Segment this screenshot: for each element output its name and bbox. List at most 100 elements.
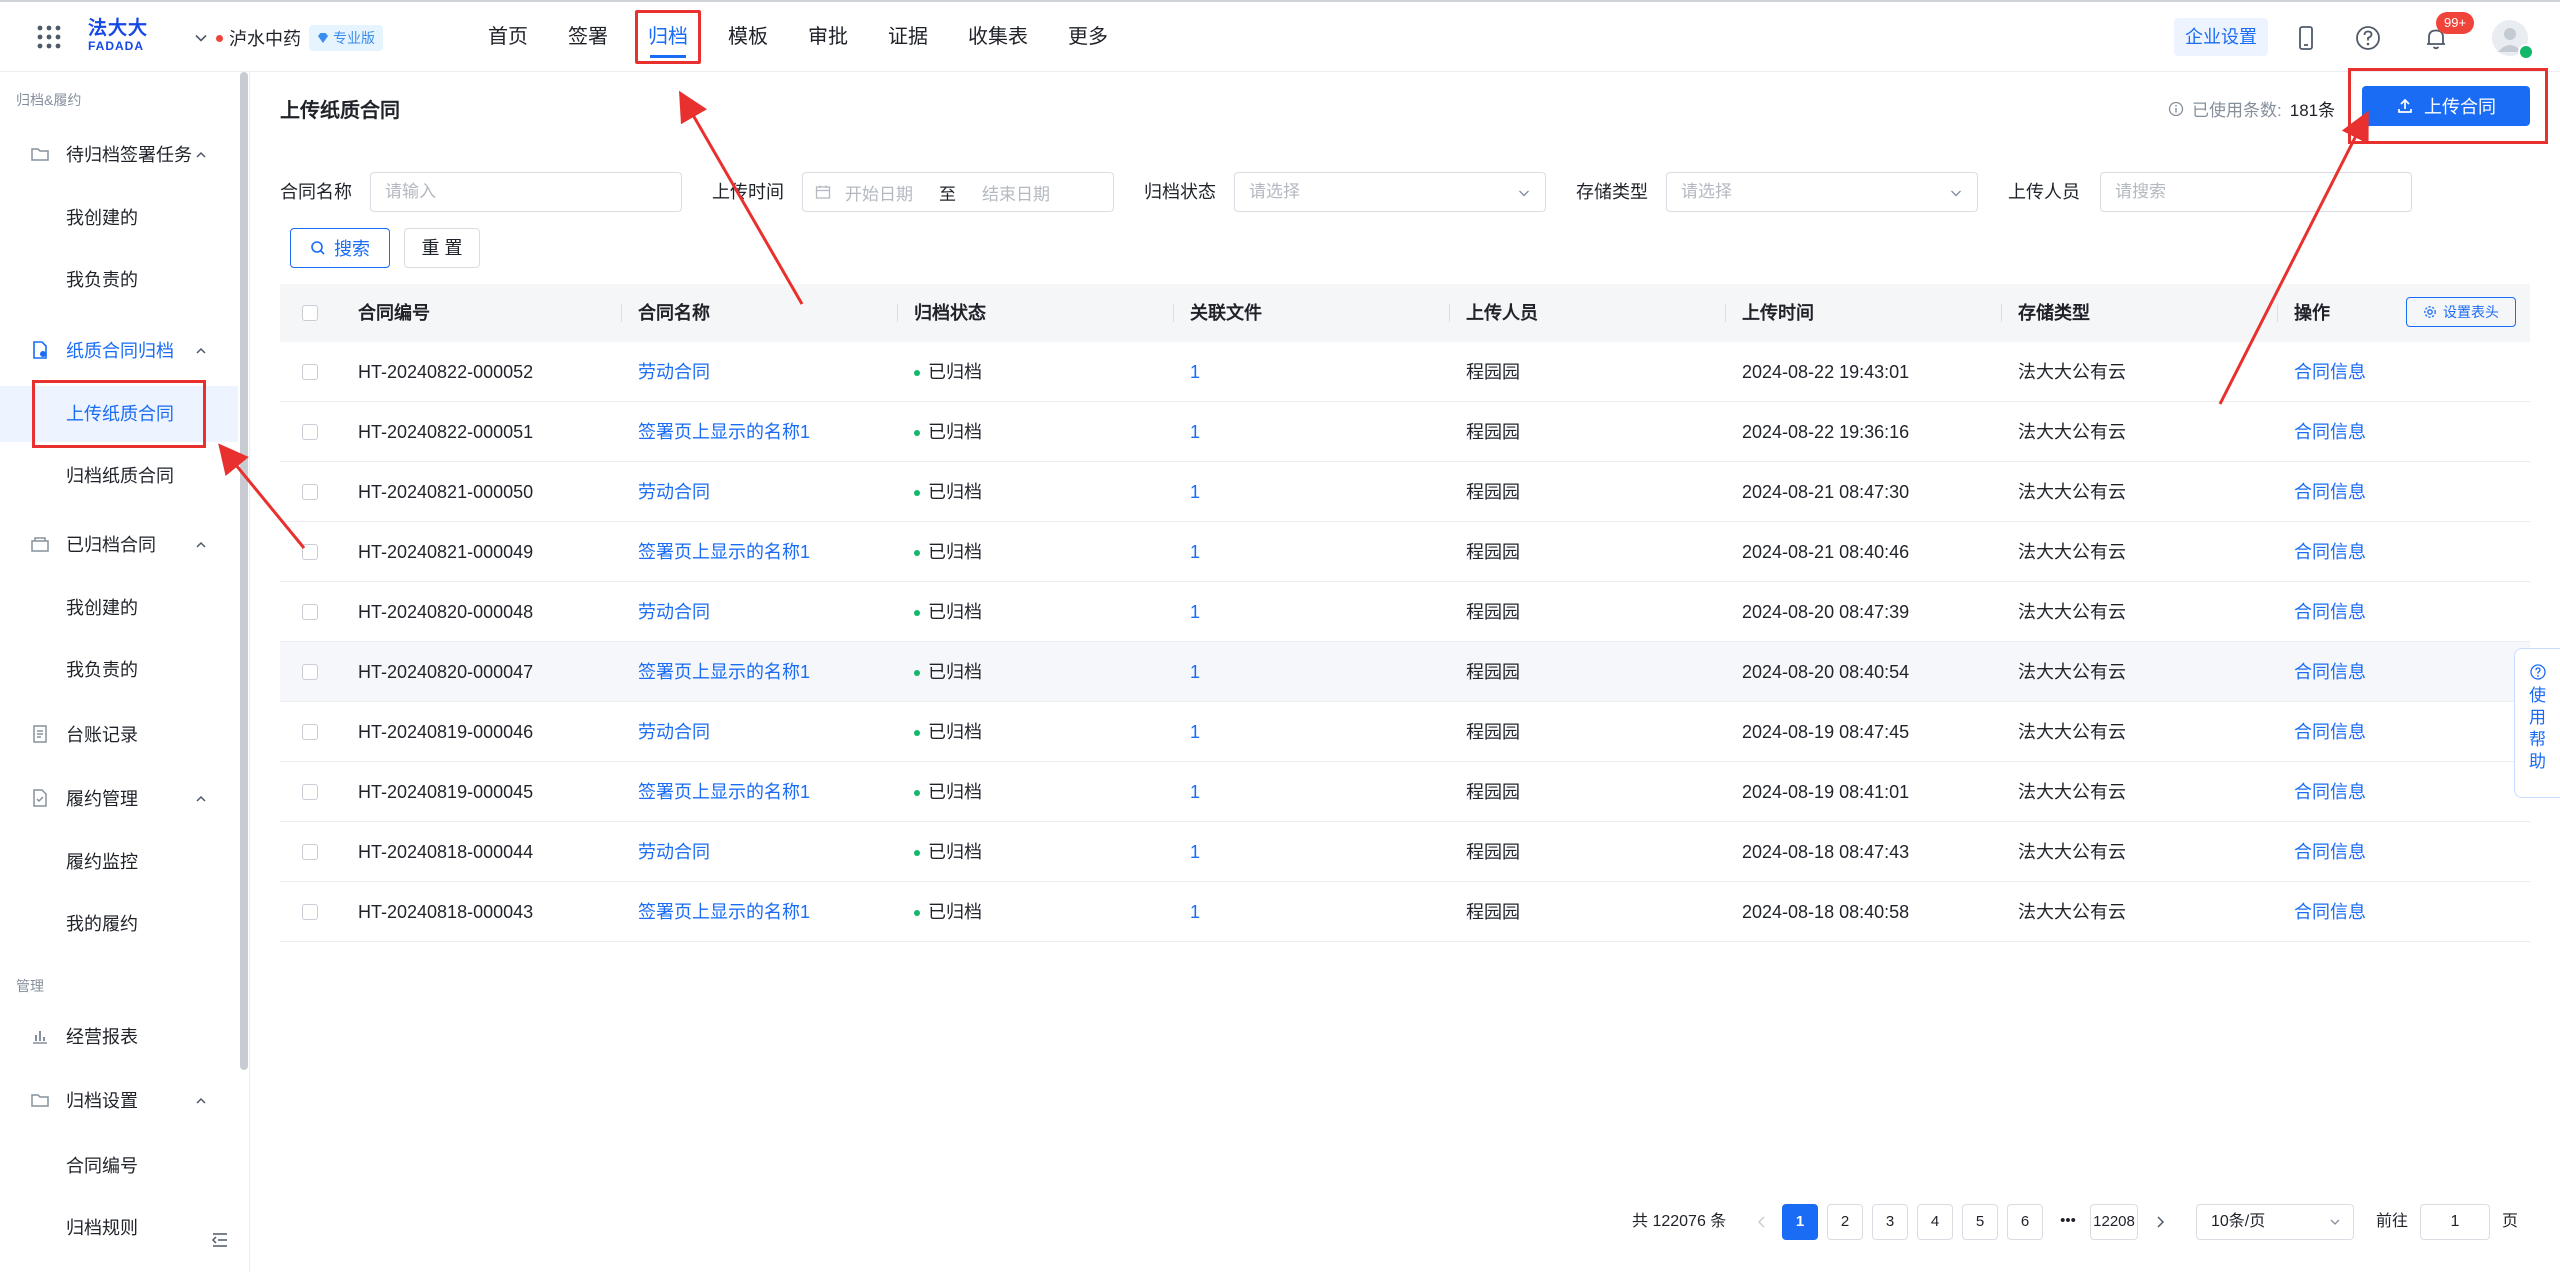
uploader-search-input[interactable]: 请搜索 <box>2100 172 2412 212</box>
nav-evidence[interactable]: 证据 <box>868 2 948 72</box>
column-header-name[interactable]: 合同名称 <box>638 284 710 342</box>
column-header-id[interactable]: 合同编号 <box>358 284 430 342</box>
contract-info-link[interactable]: 合同信息 <box>2294 822 2366 882</box>
cell-contract-name[interactable]: 劳动合同 <box>638 702 710 762</box>
set-table-header-button[interactable]: 设置表头 <box>2406 297 2516 327</box>
nav-home[interactable]: 首页 <box>468 2 548 72</box>
row-checkbox[interactable] <box>302 904 318 920</box>
enterprise-settings-button[interactable]: 企业设置 <box>2174 18 2268 56</box>
nav-approval[interactable]: 审批 <box>788 2 868 72</box>
cell-contract-name[interactable]: 劳动合同 <box>638 342 710 402</box>
contract-info-link[interactable]: 合同信息 <box>2294 522 2366 582</box>
nav-sign[interactable]: 签署 <box>548 2 628 72</box>
sidebar-item-ledger[interactable]: 台账记录 <box>0 706 238 762</box>
sidebar-item-archive-settings[interactable]: 归档设置 <box>0 1072 238 1128</box>
sidebar-item-report[interactable]: 经营报表 <box>0 1008 238 1064</box>
row-checkbox[interactable] <box>302 604 318 620</box>
cell-related-files[interactable]: 1 <box>1190 882 1200 942</box>
page-button[interactable]: 1 <box>1782 1204 1818 1240</box>
row-checkbox[interactable] <box>302 484 318 500</box>
sidebar-item-pending-responsible[interactable]: 我负责的 <box>0 252 238 308</box>
cell-contract-name[interactable]: 签署页上显示的名称1 <box>638 882 810 942</box>
column-header-status[interactable]: 归档状态 <box>914 284 986 342</box>
contract-info-link[interactable]: 合同信息 <box>2294 702 2366 762</box>
sidebar-item-performance[interactable]: 履约管理 <box>0 770 238 826</box>
sidebar-item-perf-monitor[interactable]: 履约监控 <box>0 834 238 890</box>
next-page-button[interactable] <box>2142 1204 2178 1240</box>
search-button[interactable]: 搜索 <box>290 228 390 268</box>
page-last[interactable]: 12208 <box>2090 1204 2138 1240</box>
cell-related-files[interactable]: 1 <box>1190 462 1200 522</box>
row-checkbox[interactable] <box>302 364 318 380</box>
row-checkbox[interactable] <box>302 424 318 440</box>
mobile-icon[interactable] <box>2290 22 2322 54</box>
sidebar-item-archived-created[interactable]: 我创建的 <box>0 580 238 636</box>
row-checkbox[interactable] <box>302 844 318 860</box>
cell-contract-name[interactable]: 签署页上显示的名称1 <box>638 642 810 702</box>
cell-contract-name[interactable]: 劳动合同 <box>638 822 710 882</box>
cell-related-files[interactable]: 1 <box>1190 822 1200 882</box>
select-all-checkbox[interactable] <box>302 305 318 321</box>
usage-help-button[interactable]: 使 用 帮 助 <box>2514 648 2560 798</box>
nav-archive[interactable]: 归档 <box>628 2 708 72</box>
apps-grid-icon[interactable] <box>36 24 62 50</box>
row-checkbox[interactable] <box>302 544 318 560</box>
upload-date-range[interactable]: 开始日期 至 结束日期 <box>802 172 1114 212</box>
page-size-select[interactable]: 10条/页 <box>2196 1204 2354 1240</box>
goto-page-input[interactable]: 1 <box>2420 1204 2490 1240</box>
org-switcher[interactable]: 泸水中药 专业版 <box>194 24 383 52</box>
contract-info-link[interactable]: 合同信息 <box>2294 342 2366 402</box>
sidebar-item-archive-rules[interactable]: 归档规则 <box>0 1200 238 1256</box>
row-checkbox[interactable] <box>302 724 318 740</box>
contract-info-link[interactable]: 合同信息 <box>2294 762 2366 822</box>
end-date-placeholder[interactable]: 结束日期 <box>982 180 1050 205</box>
sidebar-item-paper-archive[interactable]: 纸质合同归档 <box>0 322 238 378</box>
cell-related-files[interactable]: 1 <box>1190 642 1200 702</box>
cell-contract-name[interactable]: 签署页上显示的名称1 <box>638 762 810 822</box>
sidebar-item-pending-archive[interactable]: 待归档签署任务 <box>0 126 238 182</box>
contract-info-link[interactable]: 合同信息 <box>2294 642 2366 702</box>
storage-type-select[interactable]: 请选择 <box>1666 172 1978 212</box>
sidebar-scrollbar[interactable] <box>240 72 248 1070</box>
help-circle-icon[interactable] <box>2352 22 2384 54</box>
contract-info-link[interactable]: 合同信息 <box>2294 582 2366 642</box>
cell-contract-name[interactable]: 劳动合同 <box>638 462 710 522</box>
cell-related-files[interactable]: 1 <box>1190 582 1200 642</box>
row-checkbox[interactable] <box>302 664 318 680</box>
nav-collection-form[interactable]: 收集表 <box>948 2 1048 72</box>
nav-more[interactable]: 更多 <box>1048 2 1128 72</box>
collapse-sidebar-icon[interactable] <box>210 1230 230 1250</box>
user-avatar[interactable] <box>2490 18 2534 60</box>
contract-info-link[interactable]: 合同信息 <box>2294 882 2366 942</box>
nav-template[interactable]: 模板 <box>708 2 788 72</box>
column-header-files[interactable]: 关联文件 <box>1190 284 1262 342</box>
page-ellipsis[interactable]: ••• <box>2050 1204 2086 1240</box>
sidebar-item-archive-paper[interactable]: 归档纸质合同 <box>0 448 238 504</box>
fadada-logo[interactable]: 法大大 FADADA <box>88 18 152 56</box>
cell-contract-name[interactable]: 签署页上显示的名称1 <box>638 522 810 582</box>
cell-contract-name[interactable]: 签署页上显示的名称1 <box>638 402 810 462</box>
column-header-time[interactable]: 上传时间 <box>1742 284 1814 342</box>
sidebar-item-my-perf[interactable]: 我的履约 <box>0 896 238 952</box>
page-button[interactable]: 3 <box>1872 1204 1908 1240</box>
cell-related-files[interactable]: 1 <box>1190 522 1200 582</box>
prev-page-button[interactable] <box>1744 1204 1780 1240</box>
start-date-placeholder[interactable]: 开始日期 <box>845 180 913 205</box>
page-button[interactable]: 5 <box>1962 1204 1998 1240</box>
sidebar-item-upload-paper[interactable]: 上传纸质合同 <box>0 380 238 448</box>
page-button[interactable]: 2 <box>1827 1204 1863 1240</box>
cell-contract-name[interactable]: 劳动合同 <box>638 582 710 642</box>
column-header-uploader[interactable]: 上传人员 <box>1466 284 1538 342</box>
column-header-storage[interactable]: 存储类型 <box>2018 284 2090 342</box>
contract-info-link[interactable]: 合同信息 <box>2294 402 2366 462</box>
sidebar-item-archived[interactable]: 已归档合同 <box>0 516 238 572</box>
cell-related-files[interactable]: 1 <box>1190 402 1200 462</box>
sidebar-item-contract-no[interactable]: 合同编号 <box>0 1138 238 1194</box>
cell-related-files[interactable]: 1 <box>1190 702 1200 762</box>
sidebar-item-pending-created[interactable]: 我创建的 <box>0 190 238 246</box>
page-button[interactable]: 4 <box>1917 1204 1953 1240</box>
archive-status-select[interactable]: 请选择 <box>1234 172 1546 212</box>
reset-button[interactable]: 重 置 <box>404 228 480 268</box>
cell-related-files[interactable]: 1 <box>1190 762 1200 822</box>
sidebar-item-archived-responsible[interactable]: 我负责的 <box>0 642 238 698</box>
